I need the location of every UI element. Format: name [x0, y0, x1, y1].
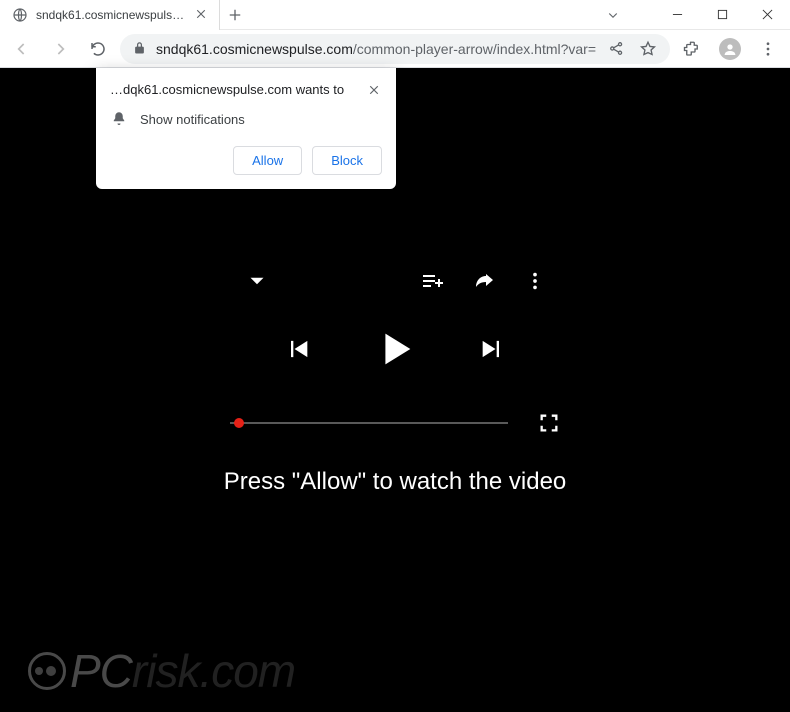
share-arrow-icon[interactable] [472, 269, 496, 293]
url-path: /common-player-arrow/index.html?var=&ymi… [353, 41, 596, 57]
profile-avatar-icon [719, 38, 741, 60]
new-tab-button[interactable] [220, 0, 250, 30]
lock-icon [130, 40, 148, 58]
extensions-icon[interactable] [676, 33, 708, 65]
forward-button[interactable] [44, 33, 76, 65]
player-progress-row [230, 412, 560, 434]
reload-button[interactable] [82, 33, 114, 65]
close-window-button[interactable] [745, 0, 790, 30]
tab-title: sndqk61.cosmicnewspulse.com/ [36, 8, 187, 22]
address-bar[interactable]: sndqk61.cosmicnewspulse.com/common-playe… [120, 34, 670, 64]
bell-icon [110, 110, 128, 128]
watermark-logo-icon [28, 652, 66, 690]
close-tab-icon[interactable] [195, 8, 209, 22]
block-button[interactable]: Block [312, 146, 382, 175]
kebab-menu-icon[interactable] [752, 33, 784, 65]
window-dropdown-icon[interactable] [590, 0, 635, 30]
bookmark-icon[interactable] [636, 37, 660, 61]
permission-capability-text: Show notifications [140, 112, 245, 127]
close-icon[interactable] [366, 82, 382, 98]
browser-tab[interactable]: sndqk61.cosmicnewspulse.com/ [0, 0, 220, 30]
url-host: sndqk61.cosmicnewspulse.com [156, 41, 353, 57]
maximize-button[interactable] [700, 0, 745, 30]
queue-add-icon[interactable] [420, 269, 444, 293]
progress-handle[interactable] [234, 418, 244, 428]
profile-button[interactable] [714, 33, 746, 65]
globe-icon [12, 7, 28, 23]
notification-permission-popup: …dqk61.cosmicnewspulse.com wants to Show… [96, 68, 396, 189]
player-message: Press "Allow" to watch the video [0, 468, 790, 496]
watermark-text-a: PC [70, 644, 132, 698]
play-button[interactable] [372, 326, 418, 372]
permission-origin-text: …dqk61.cosmicnewspulse.com wants to [110, 82, 344, 97]
allow-button[interactable]: Allow [233, 146, 302, 175]
watermark: PCrisk.com [28, 644, 295, 698]
next-track-icon[interactable] [478, 335, 506, 363]
url-text: sndqk61.cosmicnewspulse.com/common-playe… [156, 41, 596, 57]
more-icon[interactable] [524, 270, 546, 292]
progress-bar[interactable] [230, 422, 508, 424]
back-button[interactable] [6, 33, 38, 65]
page-content: …dqk61.cosmicnewspulse.com wants to Show… [0, 68, 790, 712]
fullscreen-icon[interactable] [538, 412, 560, 434]
minimize-button[interactable] [655, 0, 700, 30]
watermark-text-b: risk.com [132, 644, 295, 698]
player-controls [0, 326, 790, 372]
previous-track-icon[interactable] [284, 335, 312, 363]
chevron-down-icon[interactable] [244, 268, 270, 294]
share-icon[interactable] [604, 37, 628, 61]
window-titlebar: sndqk61.cosmicnewspulse.com/ [0, 0, 790, 30]
browser-toolbar: sndqk61.cosmicnewspulse.com/common-playe… [0, 30, 790, 68]
player-top-row [0, 268, 790, 294]
